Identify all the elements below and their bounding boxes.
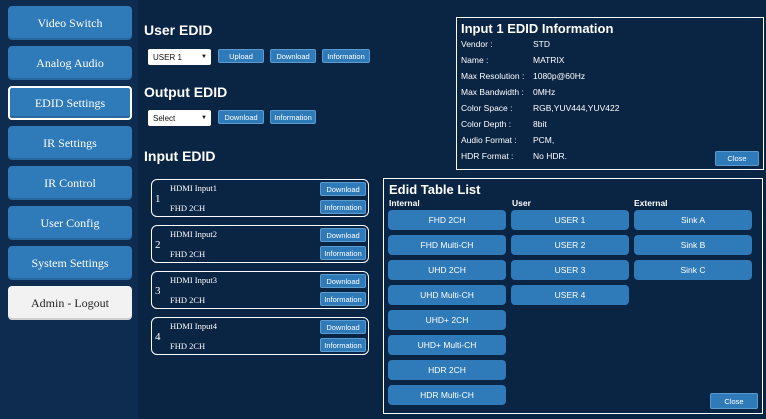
sidebar-item-edid-settings[interactable]: EDID Settings (8, 86, 132, 120)
info-label: Vendor : (461, 39, 493, 49)
user-edid-download-button[interactable]: Download (270, 49, 316, 63)
input-name: HDMI Input4 (170, 321, 217, 331)
input-download-button[interactable]: Download (320, 182, 366, 196)
upload-button[interactable]: Upload (218, 49, 264, 63)
sidebar-item-system-settings[interactable]: System Settings (8, 246, 132, 280)
edid-internal-item[interactable]: UHD 2CH (388, 260, 506, 280)
edid-internal-item[interactable]: FHD 2CH (388, 210, 506, 230)
chevron-down-icon: ▼ (201, 54, 207, 60)
sidebar-item-ir-control[interactable]: IR Control (8, 166, 132, 200)
internal-column-header: Internal (389, 198, 420, 208)
user-edid-information-button[interactable]: Information (322, 49, 370, 63)
input-information-button[interactable]: Information (320, 246, 366, 260)
input-number: 1 (155, 193, 161, 205)
sidebar-item-analog-audio[interactable]: Analog Audio (8, 46, 132, 80)
info-value: RGB,YUV444,YUV422 (533, 103, 620, 113)
edid-internal-item[interactable]: UHD+ Multi-CH (388, 335, 506, 355)
input-name: HDMI Input1 (170, 183, 217, 193)
info-value: 0MHz (533, 87, 556, 97)
input-number: 2 (155, 239, 161, 251)
input-edid-item: 3 HDMI Input3 FHD 2CH Download Informati… (151, 271, 369, 309)
info-value: PCM, (533, 135, 555, 145)
info-value: MATRIX (533, 55, 565, 65)
input-edid-item: 4 HDMI Input4 FHD 2CH Download Informati… (151, 317, 369, 355)
input-edid-title: Input EDID (144, 148, 216, 164)
info-label: Audio Format : (461, 135, 517, 145)
output-edid-download-button[interactable]: Download (218, 110, 264, 124)
input-information-button[interactable]: Information (320, 292, 366, 306)
edid-user-item[interactable]: USER 4 (511, 285, 629, 305)
info-value: 8bit (533, 119, 547, 129)
info-label: Max Resolution : (461, 71, 525, 81)
main-content: User EDID USER 1 ▼ Upload Download Infor… (138, 0, 766, 419)
input-format: FHD 2CH (170, 203, 206, 213)
output-edid-select-value: Select (153, 113, 176, 123)
edid-table-close-button[interactable]: Close (710, 393, 758, 409)
input-information-button[interactable]: Information (320, 200, 366, 214)
edid-user-item[interactable]: USER 2 (511, 235, 629, 255)
input-format: FHD 2CH (170, 341, 206, 351)
info-label: Color Space : (461, 103, 513, 113)
input-download-button[interactable]: Download (320, 274, 366, 288)
edid-internal-item[interactable]: HDR 2CH (388, 360, 506, 380)
edid-information-panel: Input 1 EDID Information Vendor : STD Na… (456, 17, 764, 170)
input-name: HDMI Input2 (170, 229, 217, 239)
info-label: Max Bandwidth : (461, 87, 524, 97)
edid-user-item[interactable]: USER 3 (511, 260, 629, 280)
edid-internal-item[interactable]: FHD Multi-CH (388, 235, 506, 255)
user-column-header: User (512, 198, 531, 208)
input-edid-item: 1 HDMI Input1 FHD 2CH Download Informati… (151, 179, 369, 217)
info-label: Name : (461, 55, 489, 65)
output-edid-select[interactable]: Select ▼ (148, 110, 211, 126)
user-edid-select[interactable]: USER 1 ▼ (148, 49, 211, 65)
edid-table-title: Edid Table List (389, 182, 481, 197)
input-edid-item: 2 HDMI Input2 FHD 2CH Download Informati… (151, 225, 369, 263)
edid-external-item[interactable]: Sink B (634, 235, 752, 255)
external-column-header: External (634, 198, 668, 208)
sidebar-item-user-config[interactable]: User Config (8, 206, 132, 240)
input-number: 3 (155, 285, 161, 297)
output-edid-title: Output EDID (144, 84, 228, 100)
sidebar: Video Switch Analog Audio EDID Settings … (0, 0, 138, 419)
input-name: HDMI Input3 (170, 275, 217, 285)
input-format: FHD 2CH (170, 249, 206, 259)
info-value: No HDR. (533, 151, 568, 161)
edid-user-item[interactable]: USER 1 (511, 210, 629, 230)
edid-internal-item[interactable]: UHD+ 2CH (388, 310, 506, 330)
input-download-button[interactable]: Download (320, 320, 366, 334)
info-value: 1080p@60Hz (533, 71, 586, 81)
info-panel-title: Input 1 EDID Information (461, 21, 614, 36)
chevron-down-icon: ▼ (201, 115, 207, 121)
info-close-button[interactable]: Close (715, 151, 759, 166)
input-format: FHD 2CH (170, 295, 206, 305)
edid-external-item[interactable]: Sink C (634, 260, 752, 280)
sidebar-item-ir-settings[interactable]: IR Settings (8, 126, 132, 160)
input-number: 4 (155, 331, 161, 343)
input-information-button[interactable]: Information (320, 338, 366, 352)
user-edid-title: User EDID (144, 22, 213, 38)
edid-table-panel: Edid Table List Internal User External F… (383, 178, 763, 414)
edid-internal-item[interactable]: UHD Multi-CH (388, 285, 506, 305)
sidebar-item-video-switch[interactable]: Video Switch (8, 6, 132, 40)
user-edid-select-value: USER 1 (153, 52, 182, 62)
edid-external-item[interactable]: Sink A (634, 210, 752, 230)
output-edid-information-button[interactable]: Information (270, 110, 316, 124)
info-value: STD (533, 39, 550, 49)
input-download-button[interactable]: Download (320, 228, 366, 242)
sidebar-item-admin-logout[interactable]: Admin - Logout (8, 286, 132, 320)
info-label: HDR Format : (461, 151, 514, 161)
info-label: Color Depth : (461, 119, 512, 129)
edid-internal-item[interactable]: HDR Multi-CH (388, 385, 506, 405)
